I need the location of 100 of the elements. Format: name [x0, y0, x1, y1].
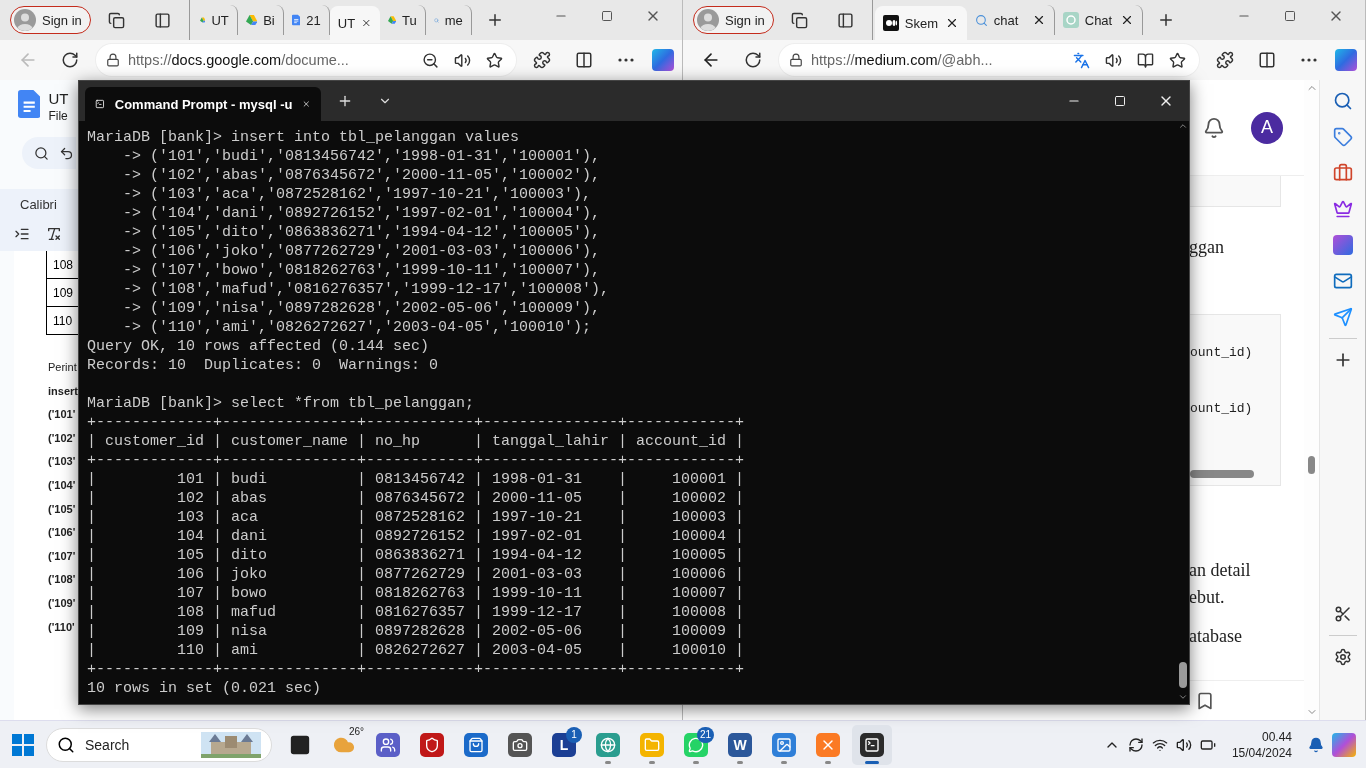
scrollbar-thumb[interactable] — [1190, 470, 1254, 478]
maximize-icon — [1284, 10, 1296, 22]
paper-plane-icon — [1332, 307, 1353, 327]
code-line: ount_id) — [1190, 345, 1254, 360]
zoom-out-icon — [421, 51, 439, 69]
menu-item[interactable]: File — [48, 109, 69, 123]
sidebar-icon — [837, 11, 855, 29]
running-indicator — [649, 760, 655, 764]
lock-icon — [789, 53, 803, 67]
browser-tab[interactable]: UT — [329, 6, 380, 40]
taskbar-app-button[interactable] — [852, 724, 892, 765]
browser-tab[interactable]: 21 — [283, 5, 330, 35]
chat-icon — [688, 736, 704, 753]
notification-icon[interactable] — [1203, 116, 1225, 139]
paragraph-line: atabase — [1189, 626, 1243, 647]
drive-icon — [387, 13, 397, 27]
console-line: -> ('110','ami','0826272627','2003-04-05','100010'); — [122, 318, 593, 337]
temperature-text: 26° — [348, 725, 364, 737]
browser-tab[interactable]: UT — [191, 5, 238, 35]
console-line: | customer_id | customer_name | no_hp | tanggal_lahir | account_id | — [87, 432, 746, 451]
document-line: ('102' — [48, 431, 77, 446]
document-icon — [291, 12, 301, 28]
taskbar-app-button[interactable]: 21 — [676, 724, 716, 765]
search-icon — [974, 13, 988, 27]
sign-in-button[interactable]: Sign in — [693, 6, 774, 34]
taskbar-app-button[interactable]: W — [720, 724, 760, 765]
console-line: | 110 | ami | 0826272627 | 2003-04-05 | 100010 | — [87, 641, 746, 660]
document-line: ('103' — [48, 455, 77, 470]
address-bar[interactable]: https://docs.google.com/docume... — [96, 44, 516, 76]
browser-tab[interactable]: Tu — [379, 5, 426, 35]
reload-icon — [61, 51, 79, 69]
scroll-down-icon[interactable] — [1178, 692, 1188, 702]
search-menus-field[interactable] — [22, 137, 76, 169]
sidebar-icon — [154, 11, 172, 29]
tabs-icon — [108, 11, 126, 29]
console-line: Query OK, 10 rows affected (0.144 sec) — [87, 337, 431, 356]
puzzle-icon — [1216, 51, 1234, 69]
taskbar-app-button[interactable]: L 1 — [544, 724, 584, 765]
briefcase-icon — [1332, 163, 1353, 183]
document-line: ('107' — [48, 549, 77, 564]
clear-formatting-icon[interactable] — [46, 226, 62, 242]
taskbar-app-button[interactable]: 26° — [324, 724, 364, 765]
notification-badge: 1 — [566, 726, 582, 743]
volume-icon[interactable] — [1175, 736, 1192, 753]
console-line: +-------------+---------------+------------+---------------+------------+ — [87, 413, 746, 432]
console-line: -> ('106','joko','0877262729','2001-03-03','100006'), — [122, 242, 602, 261]
console-line: -> ('102','abas','0876345672','2000-11-05','100002'), — [122, 166, 602, 185]
copilot-icon[interactable] — [1332, 732, 1356, 757]
user-avatar[interactable]: A — [1251, 111, 1283, 144]
search-icon — [1332, 91, 1353, 111]
book-icon — [1136, 51, 1154, 69]
knot-icon — [1062, 12, 1079, 28]
console-line: | 106 | joko | 0877262729 | 2001-03-03 | 100006 | — [87, 565, 746, 584]
star-icon — [485, 51, 503, 69]
tag-icon — [1332, 127, 1353, 147]
scroll-up-icon[interactable] — [1178, 121, 1188, 131]
undo-icon[interactable] — [59, 145, 74, 161]
plus-icon — [337, 93, 353, 109]
tabs-icon — [791, 11, 809, 29]
address-bar[interactable]: https://medium.com/@abh... — [779, 44, 1199, 76]
notification-badge: 21 — [696, 726, 714, 743]
copilot-icon[interactable] — [1335, 49, 1357, 71]
browser-tab[interactable]: me — [425, 5, 472, 35]
maximize-icon — [1114, 95, 1126, 107]
browser-tab[interactable]: Chat — [1054, 5, 1143, 35]
browser-tab[interactable]: Skem — [874, 6, 967, 40]
sync-icon[interactable] — [1127, 736, 1144, 753]
font-selector[interactable]: Calibri — [20, 197, 78, 212]
console-line: | 104 | dani | 0892726152 | 1997-02-01 | 100004 | — [87, 527, 746, 546]
console-line: -> ('101','budi','0813456742','1998-01-31','100001'), — [122, 147, 602, 166]
maximize-icon — [601, 10, 613, 22]
crown-icon — [1332, 199, 1353, 219]
scrollbar-thumb[interactable] — [1308, 456, 1315, 474]
console-line: -> ('103','aca','0872528162','1997-10-21','100003'), — [122, 185, 593, 204]
document-line: ('108' — [48, 573, 77, 588]
document-line: ('105' — [48, 502, 77, 517]
console-line: Records: 10 Duplicates: 0 Warnings: 0 — [87, 356, 440, 375]
search-input[interactable]: Search — [83, 735, 193, 754]
mail-icon — [1332, 271, 1353, 291]
document-line: ('106' — [48, 526, 77, 541]
search-icon — [57, 735, 75, 754]
search-bar[interactable]: Search — [46, 727, 272, 762]
url-text: https://medium.com/@abh... — [811, 52, 994, 68]
document-line: ('109' — [48, 596, 77, 611]
terminal-tab[interactable]: Command Prompt - mysql -u — [85, 87, 321, 121]
browser-tab[interactable]: chat — [966, 5, 1055, 35]
console-line: | 101 | budi | 0813456742 | 1998-01-31 | 100001 | — [87, 470, 746, 489]
document-line: insert — [48, 384, 78, 399]
copilot-icon[interactable] — [652, 49, 674, 71]
browser-tab[interactable]: Bi — [237, 5, 284, 35]
clock[interactable]: 00.44 15/04/2024 — [1231, 728, 1292, 761]
notification-icon[interactable] — [1308, 736, 1324, 753]
scrollbar-thumb[interactable] — [1179, 662, 1187, 688]
console-line: -> ('104','dani','0892726152','1997-02-01','100004'), — [122, 204, 602, 223]
bookmark-icon[interactable] — [1195, 690, 1215, 711]
indent-icon[interactable] — [14, 226, 30, 242]
sign-in-button[interactable]: Sign in — [10, 6, 91, 34]
windows-logo-icon[interactable] — [12, 733, 34, 756]
paragraph-line: ebut. — [1189, 587, 1226, 608]
url-text: https://docs.google.com/docume... — [128, 52, 350, 68]
